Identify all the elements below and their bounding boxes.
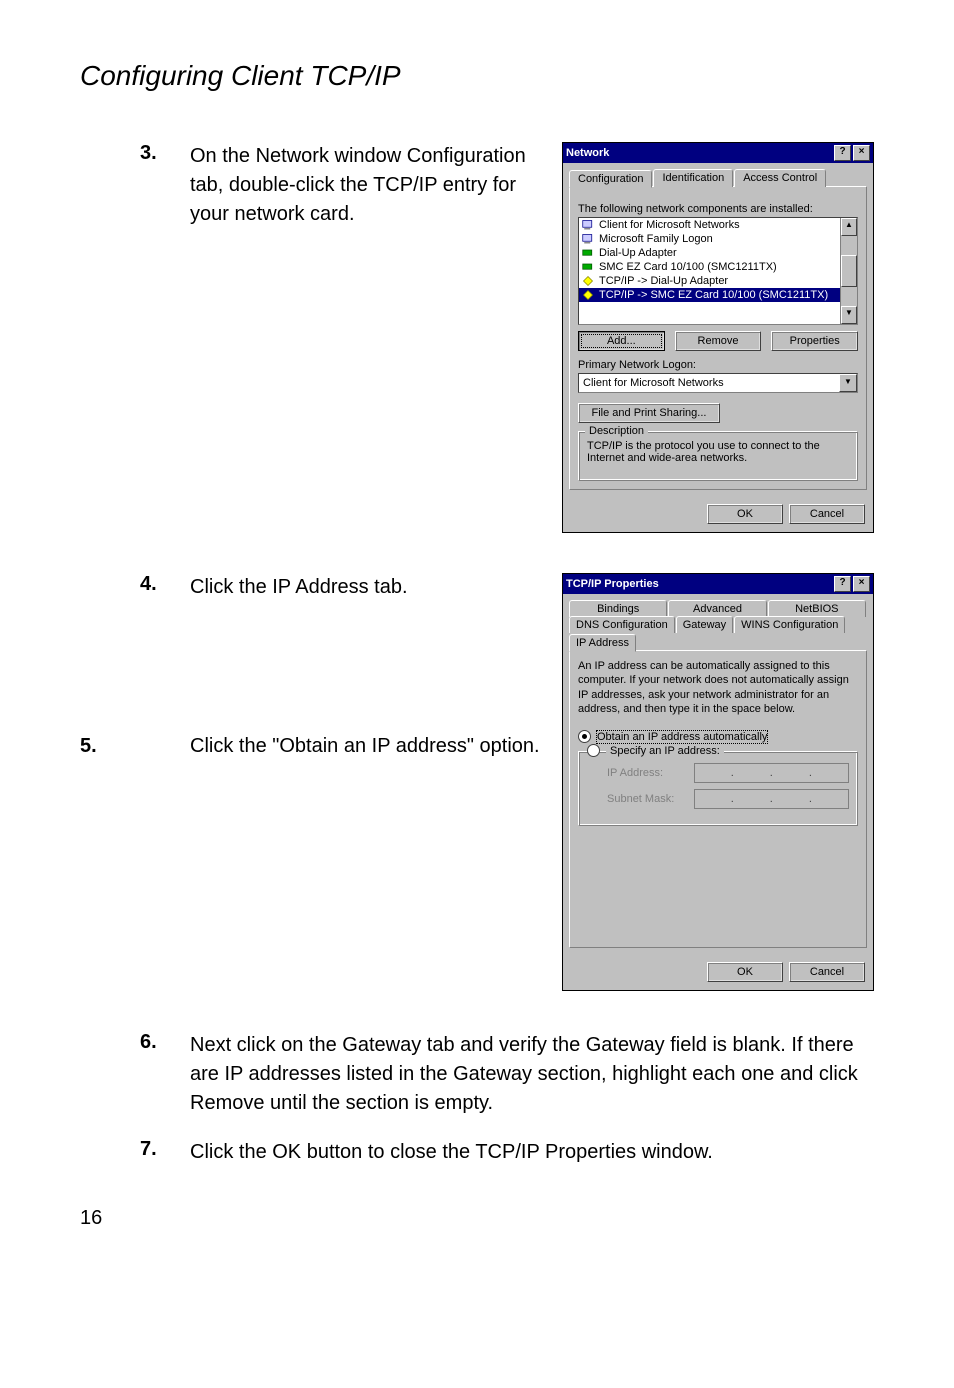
cancel-button[interactable]: Cancel xyxy=(789,962,865,982)
cancel-button[interactable]: Cancel xyxy=(789,504,865,524)
adapter-icon xyxy=(581,247,595,259)
list-item[interactable]: Microsoft Family Logon xyxy=(579,232,857,246)
obtain-ip-radio[interactable]: Obtain an IP address automatically xyxy=(578,730,858,743)
list-item[interactable]: SMC EZ Card 10/100 (SMC1211TX) xyxy=(579,260,857,274)
client-icon xyxy=(581,233,595,245)
description-text: TCP/IP is the protocol you use to connec… xyxy=(587,440,849,472)
ip-address-field: ... xyxy=(694,763,849,783)
help-icon[interactable]: ? xyxy=(834,145,851,161)
components-label: The following network components are ins… xyxy=(578,203,858,215)
remove-button[interactable]: Remove xyxy=(675,331,762,351)
list-item-selected[interactable]: TCP/IP -> SMC EZ Card 10/100 (SMC1211TX) xyxy=(579,288,857,302)
page-number: 16 xyxy=(80,1207,874,1230)
tab-gateway[interactable]: Gateway xyxy=(676,616,733,633)
scroll-down-icon[interactable]: ▼ xyxy=(841,306,857,324)
properties-button[interactable]: Properties xyxy=(771,331,858,351)
file-print-sharing-button[interactable]: File and Print Sharing... xyxy=(578,403,720,423)
tab-bindings[interactable]: Bindings xyxy=(569,600,667,617)
step-5-number: 5. xyxy=(80,732,130,761)
primary-logon-select[interactable]: Client for Microsoft Networks ▼ xyxy=(578,373,858,393)
tcpip-dialog: TCP/IP Properties ? × Bindings Advanced … xyxy=(562,573,874,991)
page-title: Configuring Client TCP/IP xyxy=(80,60,874,92)
step-6-text: Next click on the Gateway tab and verify… xyxy=(190,1031,874,1118)
primary-logon-value: Client for Microsoft Networks xyxy=(579,377,839,389)
obtain-ip-label: Obtain an IP address automatically xyxy=(597,731,767,743)
tab-access-control[interactable]: Access Control xyxy=(734,169,826,187)
ok-button[interactable]: OK xyxy=(707,962,783,982)
specify-ip-radio[interactable]: Specify an IP address: xyxy=(587,744,849,757)
tab-wins[interactable]: WINS Configuration xyxy=(734,616,845,633)
list-item[interactable]: Dial-Up Adapter xyxy=(579,246,857,260)
ip-address-label: IP Address: xyxy=(607,767,684,779)
tcpip-dialog-title: TCP/IP Properties xyxy=(566,578,832,590)
list-item[interactable]: Client for Microsoft Networks xyxy=(579,218,857,232)
tab-netbios[interactable]: NetBIOS xyxy=(768,600,866,617)
adapter-icon xyxy=(581,261,595,273)
protocol-icon xyxy=(581,289,595,301)
add-button[interactable]: Add... xyxy=(578,331,665,351)
close-icon[interactable]: × xyxy=(853,576,870,592)
scroll-thumb[interactable] xyxy=(841,255,857,287)
ok-button[interactable]: OK xyxy=(707,504,783,524)
network-dialog-title: Network xyxy=(566,147,832,159)
tab-dns[interactable]: DNS Configuration xyxy=(569,616,675,633)
radio-unselected-icon xyxy=(587,744,600,757)
client-icon xyxy=(581,219,595,231)
components-listbox[interactable]: Client for Microsoft Networks Microsoft … xyxy=(578,217,858,325)
close-icon[interactable]: × xyxy=(853,145,870,161)
step-4-text: Click the IP Address tab. xyxy=(190,573,542,602)
subnet-mask-field: ... xyxy=(694,789,849,809)
tab-identification[interactable]: Identification xyxy=(653,169,733,187)
ip-blurb: An IP address can be automatically assig… xyxy=(578,659,858,716)
subnet-mask-label: Subnet Mask: xyxy=(607,793,684,805)
network-dialog: Network ? × Configuration Identification… xyxy=(562,142,874,533)
chevron-down-icon[interactable]: ▼ xyxy=(839,374,857,392)
scroll-up-icon[interactable]: ▲ xyxy=(841,218,857,236)
step-6-number: 6. xyxy=(80,1031,190,1054)
protocol-icon xyxy=(581,275,595,287)
step-7-number: 7. xyxy=(80,1138,190,1161)
scrollbar[interactable]: ▲ ▼ xyxy=(840,218,857,324)
description-title: Description xyxy=(585,425,648,437)
tab-advanced[interactable]: Advanced xyxy=(668,600,766,617)
tab-configuration[interactable]: Configuration xyxy=(569,170,652,188)
help-icon[interactable]: ? xyxy=(834,576,851,592)
list-item[interactable]: TCP/IP -> Dial-Up Adapter xyxy=(579,274,857,288)
step-5-text: Click the "Obtain an IP address" option. xyxy=(190,732,540,761)
radio-selected-icon xyxy=(578,730,591,743)
specify-ip-label: Specify an IP address: xyxy=(606,745,724,757)
primary-logon-label: Primary Network Logon: xyxy=(578,359,858,371)
step-3-number: 3. xyxy=(80,142,190,165)
tab-ip-address[interactable]: IP Address xyxy=(569,634,636,652)
step-3-text: On the Network window Configuration tab,… xyxy=(190,142,562,229)
description-group: Description TCP/IP is the protocol you u… xyxy=(578,431,858,481)
step-4-number: 4. xyxy=(80,573,190,596)
step-7-text: Click the OK button to close the TCP/IP … xyxy=(190,1138,874,1167)
